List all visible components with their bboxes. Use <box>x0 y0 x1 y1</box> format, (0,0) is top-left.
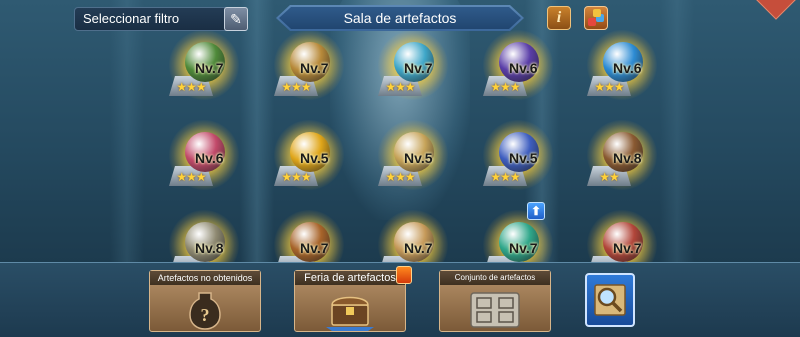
star-rating: ★★★ <box>281 80 311 94</box>
upgrade-arrow-icon: ⬆ <box>527 202 545 220</box>
artifact-slot[interactable]: ★★★ Nv.6 <box>583 30 683 118</box>
artifact-level: Nv.5 <box>404 150 433 166</box>
star-rating: ★★★ <box>176 80 206 94</box>
page-title: Sala de artefactos <box>279 7 521 29</box>
artifact-level: Nv.7 <box>300 60 329 76</box>
new-badge-icon <box>396 266 412 284</box>
menu-corner-icon[interactable] <box>756 0 796 20</box>
star-rating: ★★★ <box>176 170 206 184</box>
artifact-level: Nv.7 <box>509 240 538 256</box>
artifact-slot[interactable]: ★★★ Nv.7 <box>270 30 370 118</box>
artifact-slot[interactable]: ★★★ Nv.7 <box>165 30 265 118</box>
artifact-slot[interactable]: ★★★ Nv.6 <box>165 120 265 208</box>
artifact-slot[interactable]: ★★★ Nv.5 <box>270 120 370 208</box>
star-rating: ★★ <box>599 170 620 184</box>
filter-select[interactable]: Seleccionar filtro ✎ <box>74 7 248 31</box>
artifact-fair-button[interactable]: Feria de artefactos <box>294 270 406 332</box>
artifact-level: Nv.8 <box>613 150 642 166</box>
top-bar: Seleccionar filtro ✎ Sala de artefactos … <box>0 0 800 34</box>
magnifier-map-icon <box>594 284 626 316</box>
filter-label: Seleccionar filtro <box>83 11 180 26</box>
artifact-level: Nv.7 <box>613 240 642 256</box>
svg-text:?: ? <box>201 305 210 325</box>
unobtained-artifacts-button[interactable]: Artefactos no obtenidos ? <box>149 270 261 332</box>
star-rating: ★★★ <box>385 170 415 184</box>
gift-pack-icon[interactable] <box>584 6 608 30</box>
artifact-slot[interactable]: ★★ Nv.8 <box>583 120 683 208</box>
star-rating: ★★★ <box>490 170 520 184</box>
artifact-slot[interactable]: ★★★ Nv.5 <box>374 120 474 208</box>
title-banner: Sala de artefactos <box>276 5 524 31</box>
artifact-level: Nv.5 <box>300 150 329 166</box>
treasure-chest-icon <box>326 296 374 331</box>
artifact-sets-button[interactable]: Conjunto de artefactos <box>439 270 551 332</box>
star-rating: ★★★ <box>385 80 415 94</box>
quill-icon[interactable]: ✎ <box>224 7 248 31</box>
unobtained-label: Artefactos no obtenidos <box>150 271 260 285</box>
artifact-level: Nv.6 <box>613 60 642 76</box>
artifact-level: Nv.6 <box>195 150 224 166</box>
magnifier-map-button[interactable] <box>585 273 635 327</box>
star-rating: ★★★ <box>490 80 520 94</box>
artifact-level: Nv.7 <box>404 60 433 76</box>
hall-pillar <box>110 0 144 265</box>
star-rating: ★★★ <box>281 170 311 184</box>
artifact-level: Nv.7 <box>300 240 329 256</box>
info-icon[interactable]: i <box>547 6 571 30</box>
artifact-slot[interactable]: ★★★ Nv.7 <box>374 30 474 118</box>
question-vase-icon: ? <box>189 292 221 330</box>
artifact-level: Nv.7 <box>195 60 224 76</box>
sets-label: Conjunto de artefactos <box>440 271 550 285</box>
artifact-level: Nv.7 <box>404 240 433 256</box>
rune-tablet-icon <box>470 292 520 328</box>
star-rating: ★★★ <box>594 80 624 94</box>
fair-label: Feria de artefactos <box>295 271 405 285</box>
artifact-level: Nv.5 <box>509 150 538 166</box>
artifact-slot[interactable]: ★★★ Nv.6 <box>479 30 579 118</box>
artifact-level: Nv.8 <box>195 240 224 256</box>
artifact-level: Nv.6 <box>509 60 538 76</box>
artifact-slot[interactable]: ★★★ Nv.5 <box>479 120 579 208</box>
